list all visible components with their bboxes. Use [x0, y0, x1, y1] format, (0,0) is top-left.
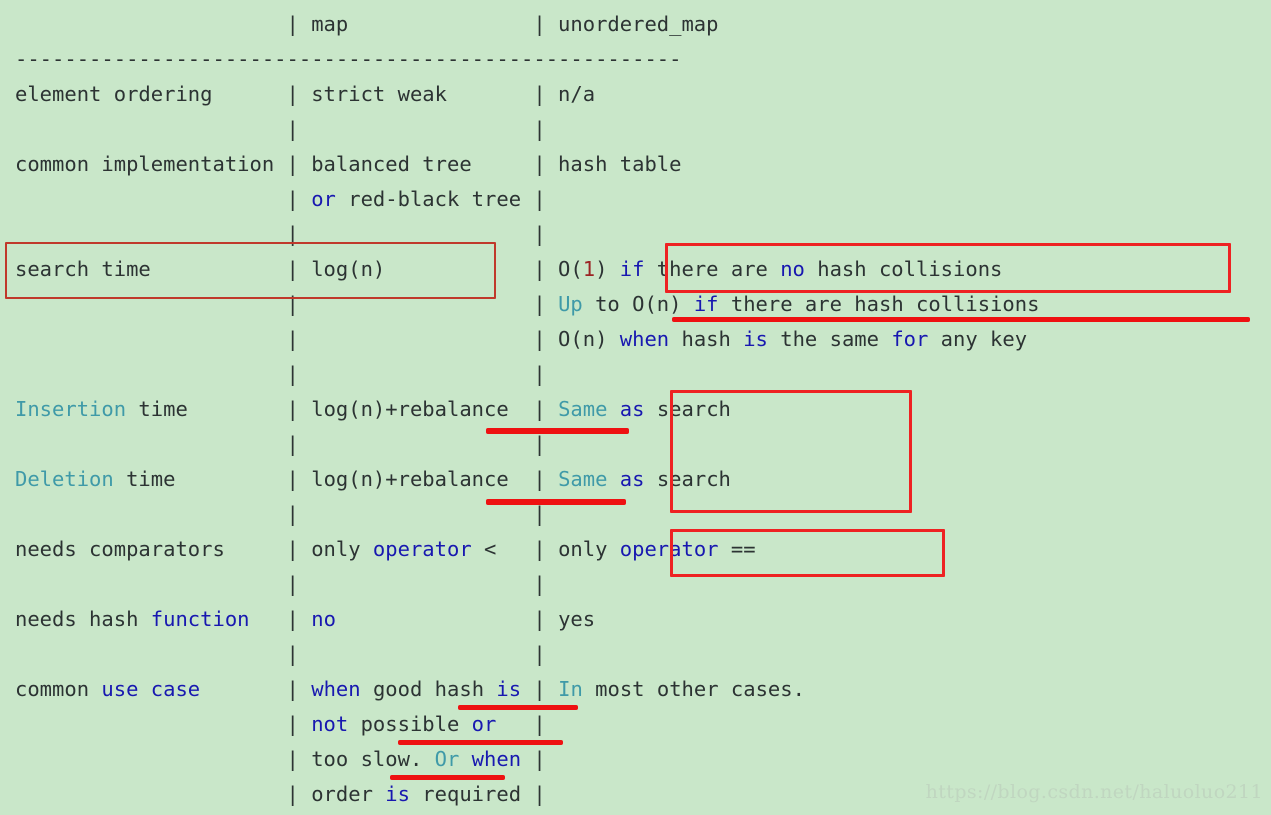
code-line: | |	[15, 572, 546, 596]
code-line: needs comparators | only operator < | on…	[15, 537, 756, 561]
code-line: | map | unordered_map	[15, 12, 719, 36]
code-line: | not possible or |	[15, 712, 546, 736]
code-line: Insertion time | log(n)+rebalance | Same…	[15, 397, 731, 421]
code-comparison-screenshot: | map | unordered_map -------------------…	[0, 0, 1271, 815]
code-line: element ordering | strict weak | n/a	[15, 82, 596, 106]
code-line: | |	[15, 432, 546, 456]
code-line: common use case | when good hash is | In…	[15, 677, 805, 701]
code-line: | |	[15, 362, 546, 386]
code-line: ----------------------------------------…	[15, 47, 682, 71]
code-line: | |	[15, 502, 546, 526]
code-line: needs hash function | no | yes	[15, 607, 596, 631]
code-line: search time | log(n) | O(1) if there are…	[15, 257, 1003, 281]
code-line: | too slow. Or when |	[15, 747, 546, 771]
code-line: common implementation | balanced tree | …	[15, 152, 682, 176]
code-line: | | Up to O(n) if there are hash collisi…	[15, 292, 1040, 316]
watermark: https://blog.csdn.net/haluoluo211	[925, 781, 1263, 803]
code-line: | or red-black tree |	[15, 187, 546, 211]
comparison-table-text: | map | unordered_map -------------------…	[15, 7, 1039, 812]
code-line: Deletion time | log(n)+rebalance | Same …	[15, 467, 731, 491]
code-line: | |	[15, 117, 546, 141]
code-line: | order is required |	[15, 782, 546, 806]
code-line: | | O(n) when hash is the same for any k…	[15, 327, 1028, 351]
code-line: | |	[15, 642, 546, 666]
code-line: | |	[15, 222, 546, 246]
